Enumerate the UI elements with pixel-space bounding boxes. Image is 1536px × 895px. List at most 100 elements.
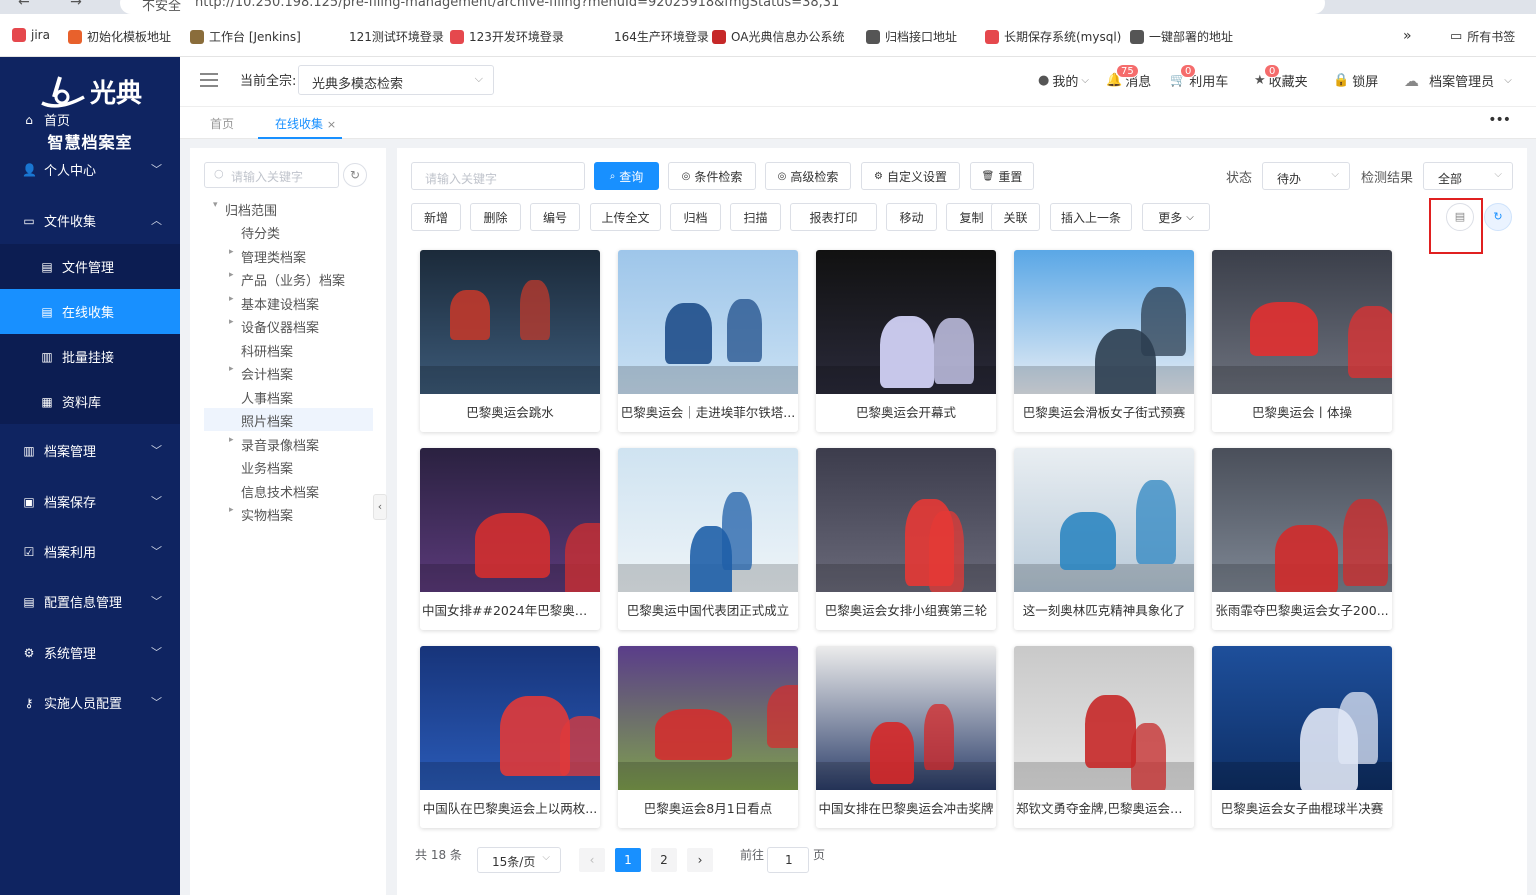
photo-card[interactable]: 这一刻奥林匹克精神具象化了 <box>1014 448 1194 630</box>
tree-node[interactable]: 科研档案 <box>241 341 293 360</box>
caret-right-icon[interactable]: ▸ <box>229 247 234 257</box>
refresh-icon[interactable]: ↻ <box>343 163 367 187</box>
user-menu[interactable]: ☁ 档案管理员 ⌵ <box>1404 71 1512 91</box>
bookmark-item[interactable]: 121测试环境登录 <box>330 28 444 45</box>
current-fonds-select[interactable]: 光典多模态检索 ⌵ <box>298 65 494 95</box>
bookmark-item[interactable]: 初始化模板地址 <box>68 28 171 45</box>
sidebar-item-6[interactable]: ▦ 资料库 <box>0 379 180 424</box>
caret-right-icon[interactable]: ▸ <box>229 317 234 327</box>
tree-node[interactable]: ▸ 基本建设档案 <box>229 294 319 313</box>
action-button[interactable]: 上传全文 <box>590 203 661 231</box>
check-result-select[interactable]: 全部 ⌵ <box>1423 162 1513 190</box>
photo-card[interactable]: 巴黎奥运中国代表团正式成立 <box>618 448 798 630</box>
refresh-icon[interactable]: ↻ <box>1484 203 1512 231</box>
next-page-button[interactable]: › <box>687 848 713 872</box>
sidebar-item-4[interactable]: ▤ 在线收集 <box>0 289 180 334</box>
menu-toggle-icon[interactable] <box>200 73 218 87</box>
action-button[interactable]: 扫描 <box>730 203 781 231</box>
cart-button[interactable]: 🛒 利用车 0 <box>1170 64 1228 90</box>
photo-thumbnail[interactable] <box>618 250 798 394</box>
tree-node[interactable]: 照片档案 <box>241 411 293 430</box>
action-button[interactable]: 编号 <box>530 203 580 231</box>
sidebar-item-9[interactable]: ☑ 档案利用 ﹀ <box>0 529 180 574</box>
action-button[interactable]: 移动 <box>886 203 937 231</box>
reset-button[interactable]: 🗑 重置 <box>970 162 1034 190</box>
tab-online-collect[interactable]: 在线收集 × <box>275 115 336 132</box>
sidebar-item-1[interactable]: 👤 个人中心 ﹀ <box>0 147 180 192</box>
photo-thumbnail[interactable] <box>618 646 798 790</box>
photo-card[interactable]: 中国女排##2024年巴黎奥运会 <box>420 448 600 630</box>
tree-node[interactable]: ▸ 实物档案 <box>229 505 293 524</box>
sidebar-item-3[interactable]: ▤ 文件管理 <box>0 244 180 289</box>
bookmark-item[interactable]: 长期保存系统(mysql) <box>985 28 1121 45</box>
photo-thumbnail[interactable] <box>816 250 996 394</box>
tab-home[interactable]: 首页 <box>210 115 234 132</box>
bookmark-item[interactable]: 工作台 [Jenkins] <box>190 28 301 45</box>
advanced-search-button[interactable]: ◎ 高级检索 <box>765 162 851 190</box>
all-bookmarks-button[interactable]: ▭ 所有书签 <box>1450 28 1515 45</box>
photo-card[interactable]: 巴黎奥运会滑板女子街式预赛 <box>1014 250 1194 432</box>
tree-node[interactable]: ▸ 会计档案 <box>229 364 293 383</box>
photo-card[interactable]: 张雨霏夺巴黎奥运会女子200... <box>1212 448 1392 630</box>
sidebar-item-7[interactable]: ▥ 档案管理 ﹀ <box>0 428 180 473</box>
photo-thumbnail[interactable] <box>420 250 600 394</box>
page-2-button[interactable]: 2 <box>651 848 677 872</box>
goto-page-input[interactable]: 1 <box>767 847 809 873</box>
photo-thumbnail[interactable] <box>420 448 600 592</box>
tree-node[interactable]: 业务档案 <box>241 458 293 477</box>
status-select[interactable]: 待办 ⌵ <box>1262 162 1350 190</box>
tree-search-input[interactable]: ○ 请输入关键字 <box>204 162 339 188</box>
photo-card[interactable]: 巴黎奥运会开幕式 <box>816 250 996 432</box>
photo-card[interactable]: 巴黎奥运会｜走进埃菲尔铁塔... <box>618 250 798 432</box>
page-size-select[interactable]: 15条/页 ⌵ <box>477 847 561 873</box>
sidebar-item-11[interactable]: ⚙ 系统管理 ﹀ <box>0 630 180 675</box>
photo-thumbnail[interactable] <box>816 448 996 592</box>
photo-card[interactable]: 郑钦文勇夺金牌,巴黎奥运会网... <box>1014 646 1194 828</box>
photo-card[interactable]: 巴黎奥运会跳水 <box>420 250 600 432</box>
address-bar[interactable]: 不安全 http://10.250.198.125/pre-filing-man… <box>120 0 1325 14</box>
action-button[interactable]: 归档 <box>670 203 721 231</box>
caret-right-icon[interactable]: ▸ <box>229 435 234 445</box>
action-button[interactable]: 关联 <box>991 203 1040 231</box>
tree-node[interactable]: 待分类 <box>241 223 280 242</box>
query-button[interactable]: ⌕ 查询 <box>594 162 659 190</box>
bookmark-item[interactable]: OA光典信息办公系统 <box>712 28 844 45</box>
tree-node[interactable]: ▸ 设备仪器档案 <box>229 317 319 336</box>
collapse-panel-icon[interactable]: ‹ <box>373 494 387 520</box>
tree-node[interactable]: ▸ 录音录像档案 <box>229 435 319 454</box>
more-icon[interactable]: ••• <box>1488 112 1511 128</box>
sidebar-item-2[interactable]: ▭ 文件收集 ︿ <box>0 198 180 243</box>
photo-card[interactable]: 巴黎奥运会女子曲棍球半决赛 <box>1212 646 1392 828</box>
photo-thumbnail[interactable] <box>816 646 996 790</box>
caret-right-icon[interactable]: ▸ <box>229 364 234 374</box>
photo-thumbnail[interactable] <box>618 448 798 592</box>
tree-node[interactable]: ▸ 产品（业务）档案 <box>229 270 345 289</box>
bookmark-item[interactable]: 164生产环境登录 <box>595 28 709 45</box>
mine-menu[interactable]: ● 我的 ⌵ <box>1038 71 1089 90</box>
bookmark-item[interactable]: 归档接口地址 <box>866 28 957 45</box>
condition-search-button[interactable]: ◎ 条件检索 <box>668 162 756 190</box>
bookmarks-overflow-button[interactable]: » <box>1403 28 1412 44</box>
bookmark-item[interactable]: jira <box>12 28 50 42</box>
photo-card[interactable]: 中国队在巴黎奥运会上以两枚... <box>420 646 600 828</box>
tree-node[interactable]: 人事档案 <box>241 388 293 407</box>
page-1-button[interactable]: 1 <box>615 848 641 872</box>
photo-thumbnail[interactable] <box>1014 646 1194 790</box>
bookmark-item[interactable]: 一键部署的地址 <box>1130 28 1233 45</box>
photo-card[interactable]: 巴黎奥运会8月1日看点 <box>618 646 798 828</box>
action-button[interactable]: 报表打印 <box>790 203 877 231</box>
more-actions-button[interactable]: 更多 ⌵ <box>1142 203 1210 231</box>
action-button[interactable]: 删除 <box>470 203 521 231</box>
bookmark-item[interactable]: 123开发环境登录 <box>450 28 564 45</box>
custom-settings-button[interactable]: ⚙ 自定义设置 <box>861 162 960 190</box>
caret-right-icon[interactable]: ▸ <box>229 505 234 515</box>
tree-node[interactable]: 信息技术档案 <box>241 482 319 501</box>
prev-page-button[interactable]: ‹ <box>579 848 605 872</box>
favorites-button[interactable]: ★ 收藏夹 0 <box>1254 64 1308 90</box>
keyword-input[interactable]: 请输入关键字 <box>411 162 585 190</box>
sidebar-item-8[interactable]: ▣ 档案保存 ﹀ <box>0 479 180 524</box>
sidebar-item-5[interactable]: ▥ 批量挂接 <box>0 334 180 379</box>
sidebar-item-0[interactable]: ⌂ 首页 <box>0 97 180 142</box>
photo-card[interactable]: 中国女排在巴黎奥运会冲击奖牌 <box>816 646 996 828</box>
close-icon[interactable]: × <box>327 118 336 131</box>
